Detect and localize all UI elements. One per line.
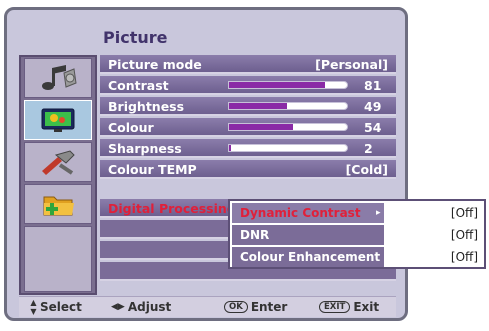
sharpness-value: 2 <box>364 141 373 156</box>
submenu-item-dnr[interactable]: DNR [Off] <box>232 225 482 245</box>
brightness-label: Brightness <box>108 99 185 114</box>
chevron-right-icon: ▸ <box>376 208 381 218</box>
digital-processing-submenu: Dynamic Contrast ▸ [Off] DNR [Off] Colou… <box>228 199 486 269</box>
menu-row-colour[interactable]: Colour 54 <box>100 118 396 137</box>
colour-slider[interactable] <box>228 123 348 131</box>
menu-row-sharpness[interactable]: Sharpness 2 <box>100 139 396 158</box>
hint-select: ▲▼ Select <box>29 297 82 317</box>
colour-temp-value: [Cold] <box>345 162 388 177</box>
picture-mode-value: [Personal] <box>315 57 388 72</box>
dnr-value-box: [Off] <box>384 225 482 245</box>
submenu-item-dynamic-contrast[interactable]: Dynamic Contrast ▸ [Off] <box>232 203 482 223</box>
contrast-slider-fill <box>229 82 325 88</box>
digital-processing-label: Digital Processing <box>108 201 236 216</box>
colour-label: Colour <box>108 120 154 135</box>
colour-slider-fill <box>229 124 293 130</box>
menu-title: Picture <box>103 28 168 47</box>
sidebar-item-sound[interactable] <box>24 58 92 98</box>
submenu-item-colour-enhancement[interactable]: Colour Enhancement [Off] <box>232 247 482 267</box>
sharpness-slider[interactable] <box>228 144 348 152</box>
dynamic-contrast-value-box: [Off] <box>384 203 482 223</box>
tv-screen-icon <box>41 108 75 132</box>
brightness-value: 49 <box>364 99 382 114</box>
left-right-arrow-icon: ◀▶ <box>111 302 125 312</box>
hint-select-label: Select <box>40 300 82 314</box>
dnr-label: DNR <box>240 228 270 242</box>
colour-temp-label: Colour TEMP <box>108 162 197 177</box>
music-note-icon <box>42 65 77 90</box>
tools-icon <box>42 150 75 175</box>
key-hint-bar: ▲▼ Select ◀▶ Adjust OK Enter EXIT Exit <box>19 296 396 317</box>
picture-mode-label: Picture mode <box>108 57 202 72</box>
sidebar-item-setup[interactable] <box>24 142 92 182</box>
contrast-label: Contrast <box>108 78 169 93</box>
folder-icon <box>43 196 74 216</box>
sidebar-item-media[interactable] <box>24 184 92 224</box>
exit-button-icon: EXIT <box>319 301 351 313</box>
menu-row-picture-mode[interactable]: Picture mode [Personal] <box>100 55 396 74</box>
brightness-slider[interactable] <box>228 102 348 110</box>
dynamic-contrast-value: [Off] <box>450 206 478 220</box>
contrast-value: 81 <box>364 78 382 93</box>
hint-adjust: ◀▶ Adjust <box>111 297 171 317</box>
category-sidebar <box>19 55 97 295</box>
brightness-slider-fill <box>229 103 287 109</box>
colour-enhancement-value: [Off] <box>450 250 478 264</box>
sharpness-label: Sharpness <box>108 141 182 156</box>
menu-row-contrast[interactable]: Contrast 81 <box>100 76 396 95</box>
hint-exit-label: Exit <box>353 300 380 314</box>
up-down-arrow-icon: ▲▼ <box>29 298 38 316</box>
sharpness-slider-fill <box>229 145 232 151</box>
dynamic-contrast-label: Dynamic Contrast <box>240 206 361 220</box>
contrast-slider[interactable] <box>228 81 348 89</box>
colour-enhancement-label: Colour Enhancement <box>240 250 381 264</box>
sidebar-item-empty <box>24 226 92 292</box>
menu-row-brightness[interactable]: Brightness 49 <box>100 97 396 116</box>
hint-exit: EXIT Exit <box>319 297 379 317</box>
colour-value: 54 <box>364 120 382 135</box>
hint-enter: OK Enter <box>224 297 287 317</box>
dnr-value: [Off] <box>450 228 478 242</box>
menu-row-colour-temp[interactable]: Colour TEMP [Cold] <box>100 160 396 179</box>
hint-adjust-label: Adjust <box>127 300 172 314</box>
sidebar-item-picture[interactable] <box>24 100 92 140</box>
hint-enter-label: Enter <box>250 300 288 314</box>
ok-button-icon: OK <box>224 301 248 313</box>
colour-enhancement-value-box: [Off] <box>384 247 482 267</box>
